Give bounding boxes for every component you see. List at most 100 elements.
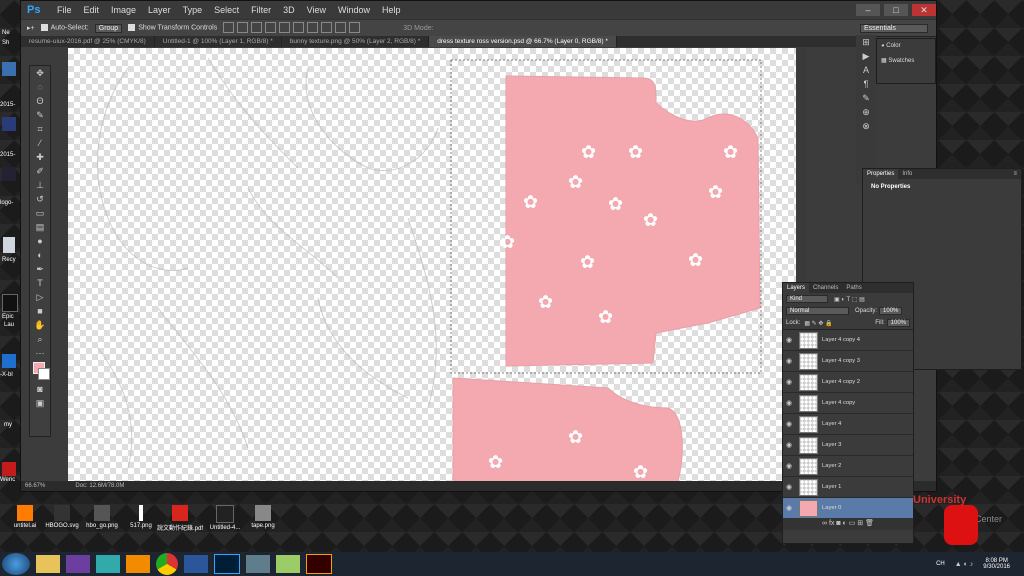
desktop-label[interactable]: my (4, 422, 12, 428)
edit-toolbar-icon[interactable]: ⋯ (30, 346, 50, 360)
layer-row[interactable]: ◉ Layer 3 (783, 435, 913, 456)
pen-icon[interactable]: ✒ (30, 262, 50, 276)
shape-icon[interactable]: ■ (30, 304, 50, 318)
epic-launcher-icon[interactable] (2, 294, 18, 312)
visibility-eye-icon[interactable]: ◉ (783, 378, 795, 386)
move-icon[interactable]: ✥ (30, 66, 50, 80)
tab-paths[interactable]: Paths (842, 283, 865, 293)
link-icon[interactable]: ∞ (822, 520, 829, 527)
minimize-icon[interactable]: – (856, 4, 880, 16)
visibility-eye-icon[interactable]: ◉ (783, 483, 795, 491)
desktop-label[interactable]: 2015- (0, 102, 15, 108)
taskbar-chrome-icon[interactable] (156, 553, 178, 575)
layer-row[interactable]: ◉ Layer 4 (783, 414, 913, 435)
taskbar-photoshop-icon[interactable] (214, 554, 240, 574)
taskbar-app-icon[interactable] (96, 555, 120, 573)
crop-icon[interactable]: ⌗ (30, 122, 50, 136)
blend-mode-select[interactable]: Normal (786, 307, 849, 315)
panel-menu-icon[interactable]: ≡ (1009, 169, 1021, 179)
menu-file[interactable]: File (51, 1, 78, 19)
close-icon[interactable]: ✕ (912, 4, 936, 16)
menu-help[interactable]: Help (376, 1, 407, 19)
visibility-eye-icon[interactable]: ◉ (783, 462, 795, 470)
tray-icons[interactable]: ▲ ◐ ♪ (955, 561, 974, 568)
paragraph-icon[interactable]: ¶ (856, 77, 876, 91)
layer-row[interactable]: ◉ Layer 4 copy 3 (783, 351, 913, 372)
recycle-bin-icon[interactable] (3, 237, 15, 253)
opacity-input[interactable]: 100% (879, 307, 903, 315)
kind-filter[interactable]: Kind (786, 295, 828, 303)
desktop-label[interactable]: Epic (2, 314, 14, 320)
document-canvas[interactable]: ✿ ✿ ✿ ✿ ✿ ✿ ✿ ✿ ✿ ✿ ✿ ✿ ✿ ✿ ✿ ✿ (68, 48, 796, 482)
blur-icon[interactable]: ● (30, 234, 50, 248)
layer-row[interactable]: ◉ Layer 1 (783, 477, 913, 498)
tool-presets-icon[interactable]: ⊗ (856, 119, 876, 133)
menu-edit[interactable]: Edit (78, 1, 106, 19)
maximize-icon[interactable]: □ (884, 4, 908, 16)
clone-source-icon[interactable]: ⊕ (856, 105, 876, 119)
desktop-app-icon[interactable] (2, 62, 16, 76)
tab-channels[interactable]: Channels (809, 283, 842, 293)
layer-row[interactable]: ◉ Layer 4 copy 4 (783, 330, 913, 351)
new-layer-icon[interactable]: ⊞ (857, 520, 865, 527)
desktop-label[interactable]: Lau (4, 322, 14, 328)
screen-mode-icon[interactable]: ▣ (30, 396, 50, 410)
wenc-icon[interactable] (2, 462, 16, 476)
filter-icons[interactable]: ▣ ◐ T ⬚ ▤ (834, 296, 865, 303)
menu-image[interactable]: Image (105, 1, 142, 19)
layer-row[interactable]: ◉ Layer 4 copy (783, 393, 913, 414)
stamp-icon[interactable]: ⊥ (30, 178, 50, 192)
fill-input[interactable]: 100% (886, 319, 910, 327)
swatches-tab[interactable]: ▦ Swatches (877, 53, 935, 68)
history-brush-icon[interactable]: ↺ (30, 192, 50, 206)
character-icon[interactable]: A (856, 63, 876, 77)
taskbar-explorer-icon[interactable] (36, 555, 60, 573)
history-icon[interactable]: ⊞ (856, 35, 876, 49)
layer-row[interactable]: ◉ Layer 4 copy 2 (783, 372, 913, 393)
brush-preset-icon[interactable]: ✎ (856, 91, 876, 105)
layer-row-selected[interactable]: ◉ Layer 0 (783, 498, 913, 518)
menu-filter[interactable]: Filter (245, 1, 277, 19)
doc-tab-active[interactable]: dress texture ross version.psd @ 66.7% (… (429, 36, 617, 47)
align-icons[interactable] (223, 21, 363, 35)
start-button-icon[interactable] (2, 553, 30, 575)
zoom-level[interactable]: 66.67% (25, 483, 45, 489)
quick-select-icon[interactable]: ✎ (30, 108, 50, 122)
eyedropper-icon[interactable]: ⁄ (30, 136, 50, 150)
marquee-icon[interactable]: ◌ (30, 80, 50, 94)
taskbar-vlc-icon[interactable] (126, 555, 150, 573)
visibility-eye-icon[interactable]: ◉ (783, 336, 795, 344)
menu-window[interactable]: Window (332, 1, 376, 19)
color-swatch-icon[interactable] (30, 360, 50, 382)
actions-icon[interactable]: ▶ (856, 49, 876, 63)
brush-icon[interactable]: ✐ (30, 164, 50, 178)
color-tab[interactable]: ◕ Color (877, 39, 935, 53)
hand-icon[interactable]: ✋ (30, 318, 50, 332)
taskbar-word-icon[interactable] (184, 555, 208, 573)
visibility-eye-icon[interactable]: ◉ (783, 504, 795, 512)
desktop-label[interactable]: logo- (0, 200, 13, 206)
desktop-label[interactable]: Recy (2, 257, 16, 263)
taskbar-notes-icon[interactable] (276, 555, 300, 573)
group-folder-icon[interactable]: ▭ (849, 520, 858, 527)
desktop-app-icon[interactable] (2, 117, 16, 131)
type-icon[interactable]: T (30, 276, 50, 290)
lock-icons[interactable]: ▦ ✎ ✥ 🔒 (804, 320, 832, 327)
visibility-eye-icon[interactable]: ◉ (783, 441, 795, 449)
taskbar-illustrator-icon[interactable] (306, 554, 332, 574)
menu-type[interactable]: Type (177, 1, 209, 19)
menu-layer[interactable]: Layer (142, 1, 177, 19)
photoshop-logo[interactable]: Ps (27, 3, 45, 17)
tab-properties[interactable]: Properties (863, 169, 899, 179)
desktop-label[interactable]: Ne (2, 30, 10, 36)
quick-mask-icon[interactable]: ◙ (30, 382, 50, 396)
auto-select-checkbox[interactable]: Auto-Select: (40, 24, 89, 32)
visibility-eye-icon[interactable]: ◉ (783, 399, 795, 407)
group-select[interactable]: Group (94, 23, 123, 33)
lasso-icon[interactable]: ʘ (30, 94, 50, 108)
gradient-icon[interactable]: ▤ (30, 220, 50, 234)
menu-view[interactable]: View (301, 1, 332, 19)
trash-icon[interactable]: 🗑 (865, 520, 874, 527)
dodge-icon[interactable]: ◐ (30, 248, 50, 262)
doc-tab[interactable]: bunny texture.png @ 50% (Layer 2, RGB/8)… (282, 36, 430, 47)
